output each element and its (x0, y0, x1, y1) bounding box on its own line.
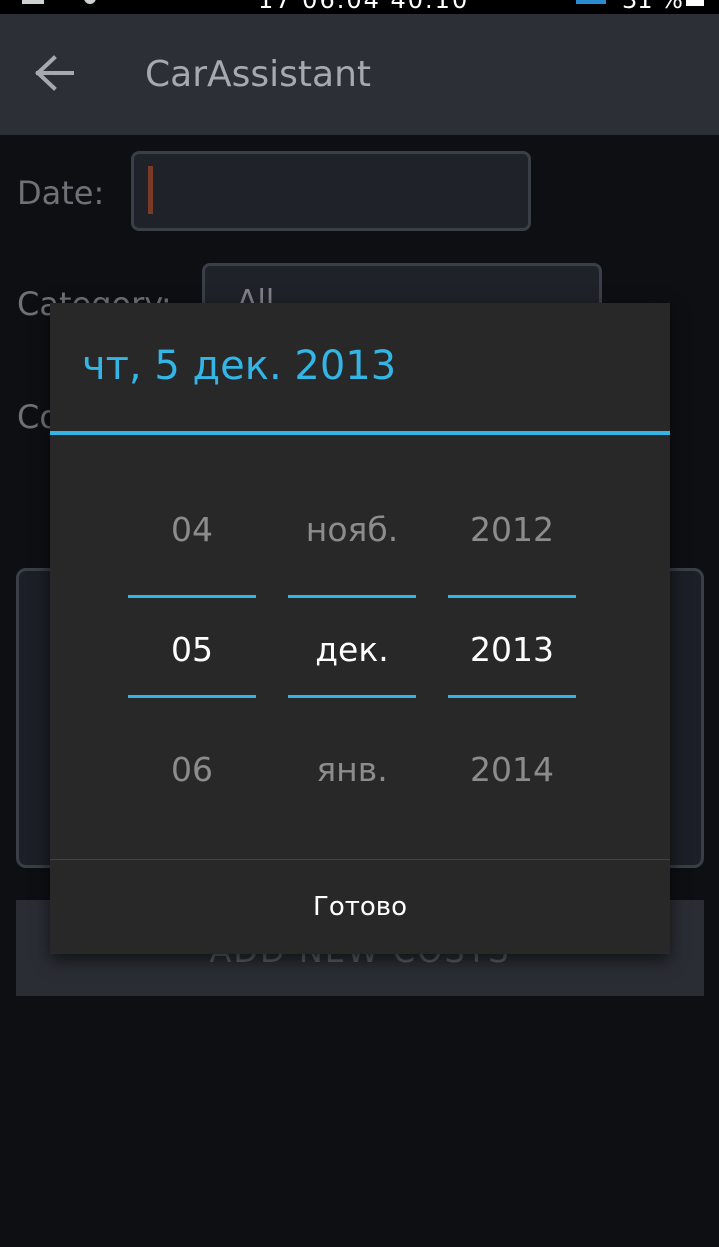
year-selected[interactable]: 2013 (448, 630, 576, 669)
day-selected[interactable]: 05 (128, 630, 256, 669)
date-picker-dialog: чт, 5 дек. 2013 04 05 06 нояб. дек. янв.… (50, 303, 670, 954)
day-selection-line-top (128, 595, 256, 598)
signal-icon (576, 0, 606, 4)
back-arrow-icon[interactable] (30, 50, 82, 96)
shield-icon (84, 0, 96, 4)
text-cursor (148, 166, 153, 214)
dialog-title: чт, 5 дек. 2013 (82, 343, 397, 389)
date-field[interactable] (131, 151, 531, 231)
screen: 17 06.04 40.10 31 % CarAssistant Date: C… (0, 0, 719, 1247)
year-selection-line-bottom (448, 695, 576, 698)
action-bar: CarAssistant (0, 14, 719, 135)
notification-icon (22, 0, 44, 4)
month-selection-line-bottom (288, 695, 416, 698)
status-bar: 17 06.04 40.10 31 % (0, 0, 719, 14)
day-picker[interactable]: 04 05 06 (128, 478, 256, 818)
day-next[interactable]: 06 (128, 750, 256, 789)
app-title: CarAssistant (145, 54, 372, 95)
month-prev[interactable]: нояб. (288, 510, 416, 549)
year-next[interactable]: 2014 (448, 750, 576, 789)
battery-icon (686, 0, 704, 6)
date-label: Date: (17, 174, 105, 212)
month-selected[interactable]: дек. (288, 630, 416, 669)
year-picker[interactable]: 2012 2013 2014 (448, 478, 576, 818)
battery-percent: 31 % (622, 0, 683, 14)
year-prev[interactable]: 2012 (448, 510, 576, 549)
done-button[interactable]: Готово (50, 860, 670, 954)
month-next[interactable]: янв. (288, 750, 416, 789)
day-selection-line-bottom (128, 695, 256, 698)
month-selection-line-top (288, 595, 416, 598)
status-time: 17 06.04 40.10 (258, 0, 470, 14)
title-divider (50, 431, 670, 435)
day-prev[interactable]: 04 (128, 510, 256, 549)
year-selection-line-top (448, 595, 576, 598)
month-picker[interactable]: нояб. дек. янв. (288, 478, 416, 818)
